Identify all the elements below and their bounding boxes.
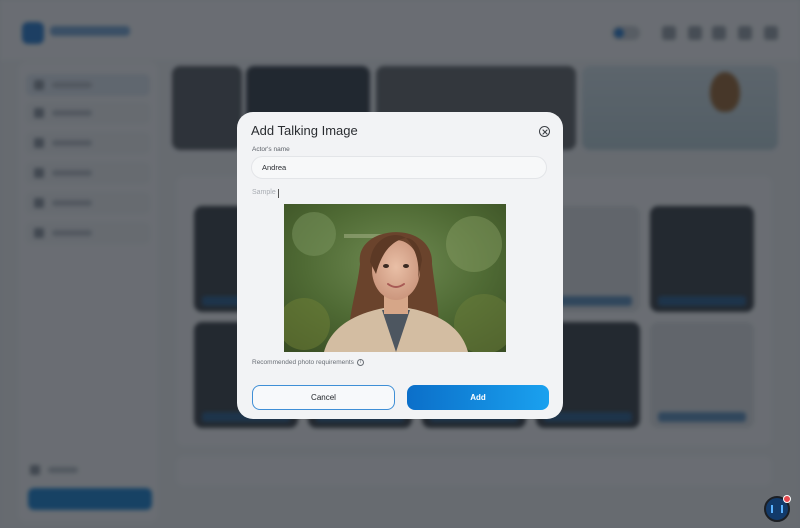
text-cursor [278, 189, 279, 198]
sample-photo [284, 204, 506, 352]
info-icon[interactable]: i [356, 359, 364, 366]
close-icon[interactable] [539, 126, 550, 137]
sample-label: Sample [252, 189, 276, 196]
actor-name-input[interactable] [251, 156, 547, 179]
add-talking-image-dialog: Add Talking Image Actor's name Sample [237, 112, 563, 419]
actor-name-label: Actor's name [252, 146, 290, 153]
photo-requirements[interactable]: Recommended photo requirements i [252, 359, 364, 366]
notification-badge [783, 495, 791, 503]
dialog-title: Add Talking Image [251, 123, 358, 138]
requirements-link[interactable]: Recommended photo requirements [252, 359, 354, 366]
add-button[interactable]: Add [407, 385, 549, 410]
cancel-button[interactable]: Cancel [252, 385, 395, 410]
